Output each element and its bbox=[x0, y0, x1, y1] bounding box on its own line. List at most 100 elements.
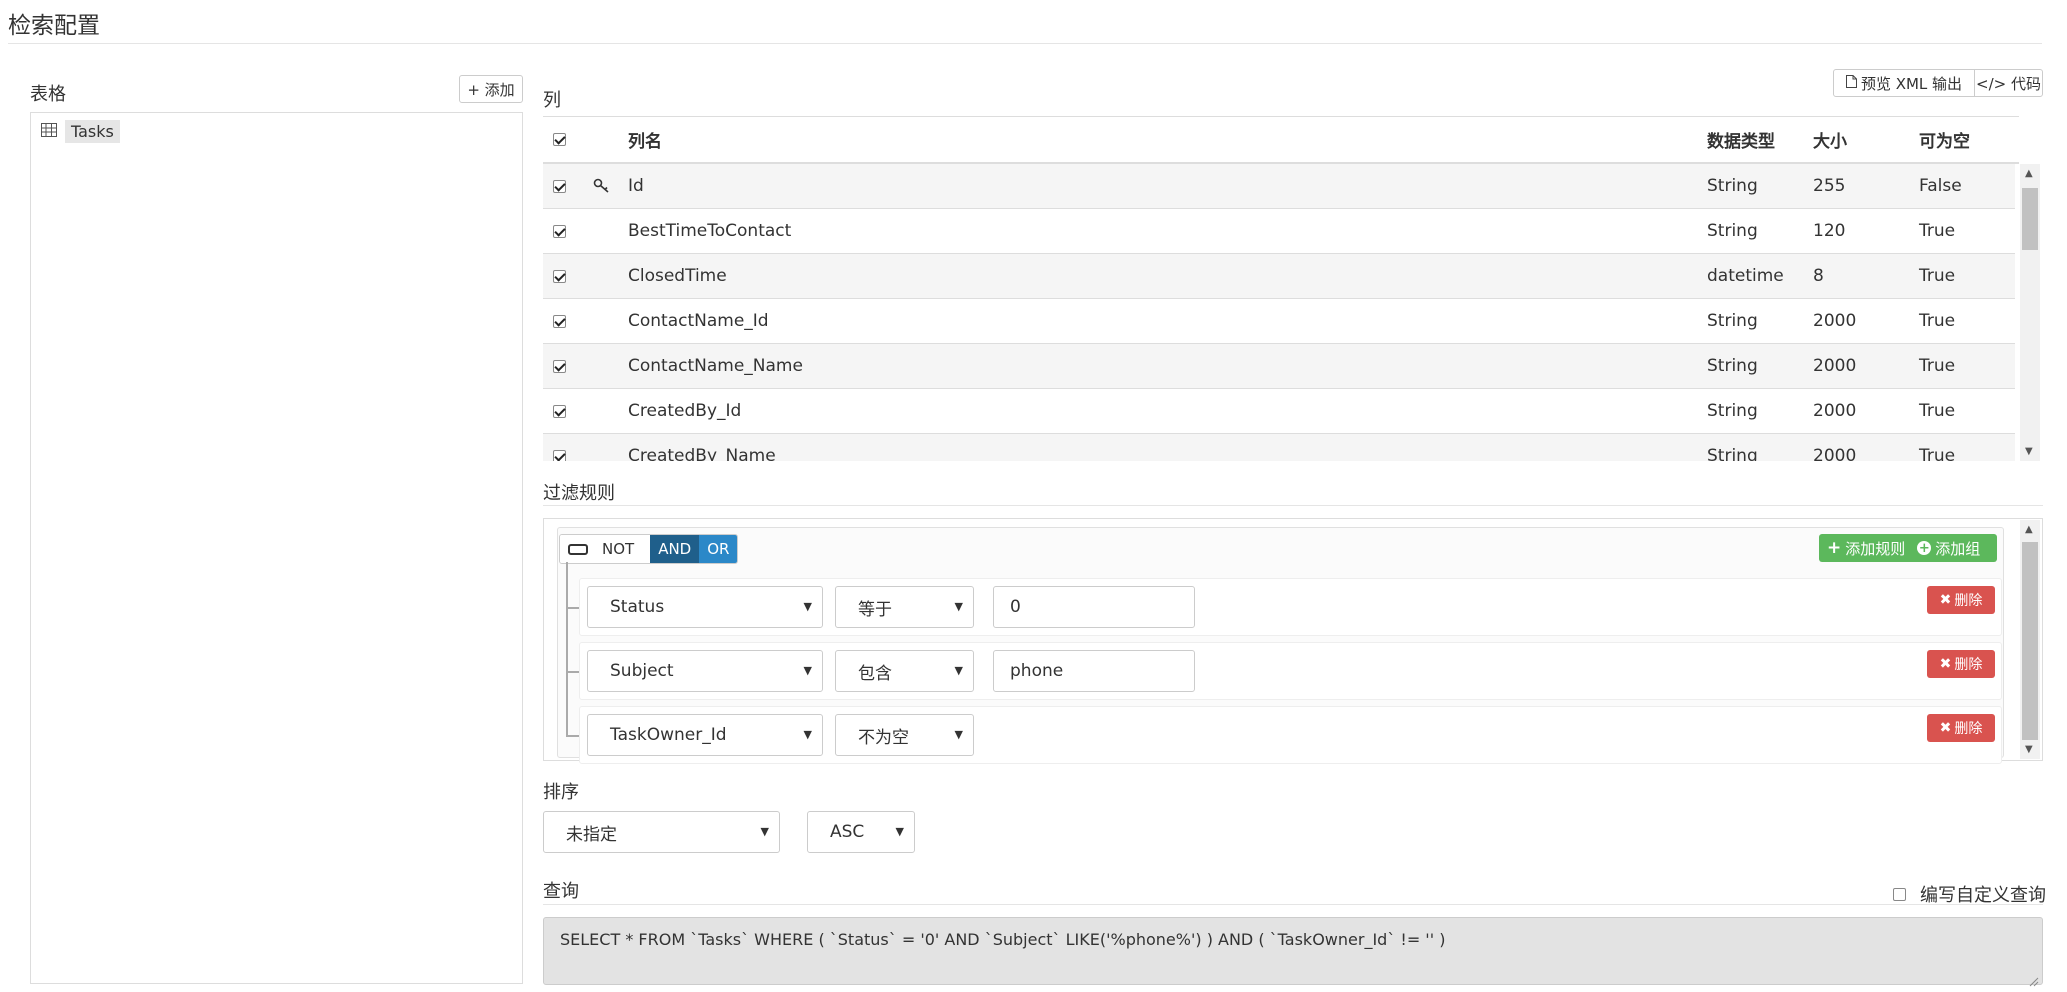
page-title: 检索配置 bbox=[8, 13, 100, 39]
title-divider bbox=[8, 43, 2042, 44]
delete-label: 删除 bbox=[1954, 657, 1983, 673]
rule-field-select[interactable]: TaskOwner_Id ▼ bbox=[587, 714, 823, 756]
columns-table-header: 列名 数据类型 大小 可为空 bbox=[543, 116, 2019, 164]
row-name: CreatedBy_Id bbox=[628, 401, 742, 421]
select-all-checkbox[interactable] bbox=[553, 133, 566, 146]
rule-field-value: Subject bbox=[610, 661, 674, 681]
rule-value-input[interactable]: phone bbox=[993, 650, 1195, 692]
row-type: String bbox=[1707, 311, 1758, 331]
rule-field-value: TaskOwner_Id bbox=[610, 725, 727, 745]
delete-rule-button[interactable]: ✖ 删除 bbox=[1927, 586, 1995, 614]
scroll-down-arrow[interactable]: ▼ bbox=[2025, 446, 2033, 457]
row-nullable: True bbox=[1919, 401, 1956, 421]
row-nullable: True bbox=[1919, 446, 1956, 461]
rule-field-value: Status bbox=[610, 597, 665, 617]
tables-panel: Tasks bbox=[30, 112, 523, 984]
or-button[interactable]: OR bbox=[699, 535, 738, 563]
delete-rule-button[interactable]: ✖ 删除 bbox=[1927, 714, 1995, 742]
table-row[interactable]: BestTimeToContact String 120 True bbox=[543, 209, 2015, 254]
row-nullable: True bbox=[1919, 266, 1956, 286]
rule-operator-value: 等于 bbox=[858, 599, 892, 620]
sort-field-select[interactable]: 未指定 ▼ bbox=[543, 811, 780, 853]
row-name: Id bbox=[628, 176, 644, 196]
row-checkbox[interactable] bbox=[553, 269, 566, 283]
row-nullable: True bbox=[1919, 221, 1956, 241]
scrollbar-thumb[interactable] bbox=[2022, 188, 2038, 250]
scroll-down-arrow[interactable]: ▼ bbox=[2025, 744, 2033, 755]
row-checkbox[interactable] bbox=[553, 449, 566, 461]
query-textarea[interactable]: SELECT * FROM `Tasks` WHERE ( `Status` =… bbox=[543, 917, 2043, 985]
table-icon bbox=[41, 122, 57, 142]
rule-operator-value: 包含 bbox=[858, 663, 892, 684]
add-rule-button[interactable]: + 添加规则 bbox=[1819, 538, 1913, 559]
rule-operator-value: 不为空 bbox=[858, 727, 909, 748]
filter-scrollbar[interactable]: ▲ ▼ bbox=[2020, 520, 2040, 759]
columns-scrollbar[interactable]: ▲ ▼ bbox=[2020, 164, 2040, 461]
not-toggle[interactable]: NOT bbox=[560, 535, 651, 563]
columns-label: 列 bbox=[543, 90, 561, 111]
chevron-down-icon: ▼ bbox=[895, 825, 904, 838]
add-rule-label: 添加规则 bbox=[1845, 539, 1906, 558]
row-size: 120 bbox=[1813, 221, 1846, 241]
sort-label: 排序 bbox=[543, 782, 579, 803]
column-header-name: 列名 bbox=[628, 132, 662, 152]
chevron-down-icon: ▼ bbox=[803, 728, 812, 741]
row-checkbox[interactable] bbox=[553, 359, 566, 373]
rule-operator-select[interactable]: 不为空 ▼ bbox=[835, 714, 974, 756]
table-row[interactable]: ContactName_Name String 2000 True bbox=[543, 344, 2015, 389]
and-button[interactable]: AND bbox=[650, 535, 700, 563]
row-type: datetime bbox=[1707, 266, 1784, 286]
key-icon bbox=[593, 164, 611, 208]
chevron-down-icon: ▼ bbox=[954, 728, 963, 741]
add-buttons-group: + 添加规则 + 添加组 bbox=[1819, 534, 1997, 562]
column-header-nullable: 可为空 bbox=[1919, 132, 1970, 152]
chevron-down-icon: ▼ bbox=[954, 664, 963, 677]
custom-query-checkbox[interactable] bbox=[1893, 887, 1906, 901]
close-icon: ✖ bbox=[1939, 592, 1952, 608]
preview-xml-button[interactable]: 预览 XML 输出 bbox=[1833, 69, 1975, 97]
row-size: 2000 bbox=[1813, 356, 1857, 376]
scrollbar-thumb[interactable] bbox=[2022, 542, 2038, 740]
row-checkbox[interactable] bbox=[553, 314, 566, 328]
filter-label: 过滤规则 bbox=[543, 483, 615, 504]
add-group-button[interactable]: + 添加组 bbox=[1913, 538, 1984, 559]
row-type: String bbox=[1707, 356, 1758, 376]
table-row[interactable]: CreatedBy_Id String 2000 True bbox=[543, 389, 2015, 434]
rule-operator-select[interactable]: 包含 ▼ bbox=[835, 650, 974, 692]
tree-item-tasks[interactable]: Tasks bbox=[41, 120, 120, 143]
row-name: BestTimeToContact bbox=[628, 221, 792, 241]
scroll-up-arrow[interactable]: ▲ bbox=[2025, 524, 2033, 535]
rule-field-select[interactable]: Subject ▼ bbox=[587, 650, 823, 692]
tree-branch bbox=[566, 607, 579, 609]
rule-value-input[interactable]: 0 bbox=[993, 586, 1195, 628]
table-row[interactable]: Id String 255 False bbox=[543, 164, 2015, 209]
code-button[interactable]: </> 代码 bbox=[1974, 69, 2043, 97]
condition-toggle: NOT AND OR bbox=[559, 534, 739, 564]
delete-rule-button[interactable]: ✖ 删除 bbox=[1927, 650, 1995, 678]
resize-handle-icon[interactable] bbox=[2029, 972, 2039, 987]
rule-operator-select[interactable]: 等于 ▼ bbox=[835, 586, 974, 628]
row-checkbox[interactable] bbox=[553, 224, 566, 238]
row-size: 2000 bbox=[1813, 446, 1857, 461]
row-name: CreatedBy_Name bbox=[628, 446, 776, 461]
close-icon: ✖ bbox=[1939, 656, 1952, 672]
scroll-up-arrow[interactable]: ▲ bbox=[2025, 168, 2033, 179]
row-checkbox[interactable] bbox=[553, 404, 566, 418]
sort-direction-value: ASC bbox=[830, 822, 865, 842]
rule-field-select[interactable]: Status ▼ bbox=[587, 586, 823, 628]
sort-field-value: 未指定 bbox=[566, 824, 617, 845]
row-size: 255 bbox=[1813, 176, 1846, 196]
row-type: String bbox=[1707, 176, 1758, 196]
plus-circle-icon: + bbox=[1917, 540, 1932, 556]
row-type: String bbox=[1707, 446, 1758, 461]
table-row[interactable]: ClosedTime datetime 8 True bbox=[543, 254, 2015, 299]
table-row[interactable]: ContactName_Id String 2000 True bbox=[543, 299, 2015, 344]
add-group-label: 添加组 bbox=[1935, 539, 1981, 558]
tables-label: 表格 bbox=[30, 84, 66, 105]
row-size: 2000 bbox=[1813, 401, 1857, 421]
column-header-size: 大小 bbox=[1813, 132, 1847, 152]
row-checkbox[interactable] bbox=[553, 179, 566, 193]
table-row[interactable]: CreatedBy_Name String 2000 True bbox=[543, 434, 2015, 461]
sort-direction-select[interactable]: ASC ▼ bbox=[807, 811, 915, 853]
add-table-button[interactable]: + 添加 bbox=[459, 75, 523, 103]
